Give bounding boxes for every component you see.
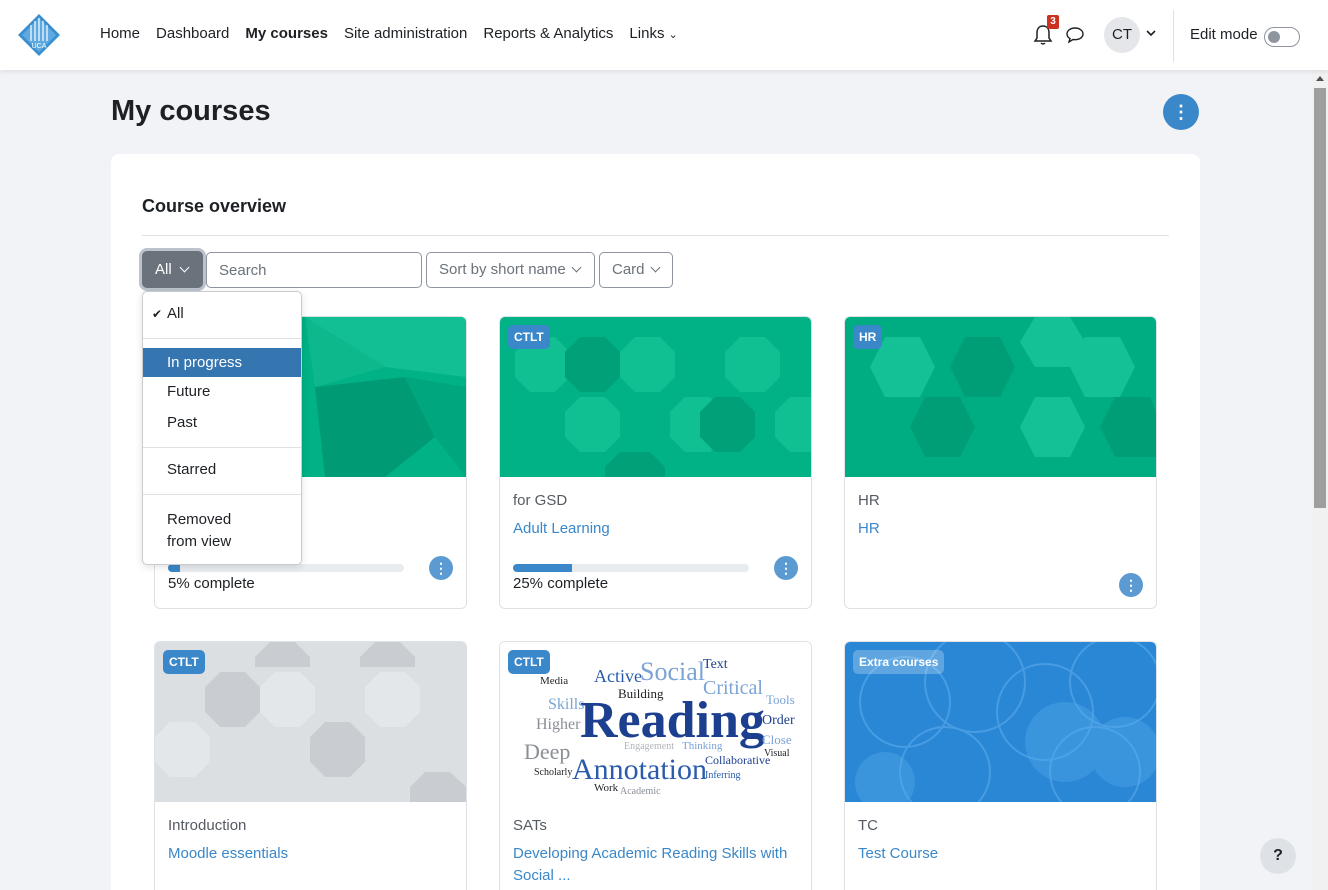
course-card[interactable]: Extra courses TC Test Course	[844, 641, 1157, 890]
word-critical: Critical	[703, 677, 763, 699]
word-deep: Deep	[524, 739, 570, 764]
messages-icon[interactable]	[1065, 26, 1085, 44]
course-progress-bar	[168, 564, 404, 572]
category-badge: CTLT	[163, 650, 205, 674]
course-search-input[interactable]	[206, 252, 422, 288]
word-media: Media	[540, 675, 568, 687]
scroll-up-arrow-icon[interactable]	[1316, 76, 1324, 81]
word-thinking: Thinking	[682, 740, 723, 752]
course-card[interactable]: HR HR HR ⋮	[844, 316, 1157, 609]
chevron-down-icon	[571, 262, 582, 273]
grouping-filter-menu: ✔ All In progress Future Past Starred Re…	[142, 291, 302, 565]
page-actions-kebab-icon[interactable]: ⋮	[1163, 94, 1199, 130]
category-badge: HR	[853, 325, 883, 349]
nav-home[interactable]: Home	[100, 25, 140, 42]
nav-links-menu[interactable]: Links ⌄	[629, 25, 677, 42]
edit-mode-label: Edit mode	[1190, 26, 1258, 43]
divider	[143, 494, 301, 495]
progress-fill	[513, 564, 572, 572]
uca-logo[interactable]: UCA	[17, 13, 61, 57]
course-category: SATs	[513, 817, 547, 834]
filter-option-all[interactable]: All	[143, 305, 301, 322]
page-title: My courses	[111, 95, 271, 127]
word-skills: Skills	[548, 696, 584, 713]
course-category: Introduction	[168, 817, 247, 834]
course-actions-kebab-icon[interactable]: ⋮	[1119, 573, 1143, 597]
category-badge: CTLT	[508, 650, 550, 674]
help-button[interactable]: ?	[1260, 838, 1296, 874]
word-work: Work	[594, 782, 619, 794]
course-actions-kebab-icon[interactable]: ⋮	[429, 556, 453, 580]
chevron-down-icon	[179, 262, 190, 273]
nav-reports-analytics[interactable]: Reports & Analytics	[483, 25, 613, 42]
course-card[interactable]: CTLT for GSD Adult Learning 25% complete…	[499, 316, 812, 609]
chevron-down-icon[interactable]	[1146, 28, 1156, 38]
word-annotation: Annotation	[572, 753, 707, 786]
word-visual: Visual	[764, 748, 790, 759]
chevron-down-icon	[650, 262, 660, 273]
user-avatar[interactable]: CT	[1104, 17, 1140, 53]
nav-divider	[1173, 10, 1174, 62]
view-label: Card	[612, 261, 645, 278]
word-active: Active	[594, 666, 642, 686]
divider	[143, 447, 301, 448]
word-academic: Academic	[620, 786, 661, 797]
word-building: Building	[618, 686, 664, 701]
progress-text: 5% complete	[168, 575, 255, 592]
view-dropdown-button[interactable]: Card	[599, 252, 673, 288]
chevron-down-icon: ⌄	[668, 29, 678, 41]
course-card[interactable]: CTLT Introduction Moodle essentials	[154, 641, 467, 890]
primary-navigation: Home Dashboard My courses Site administr…	[100, 25, 694, 42]
sort-dropdown-button[interactable]: Sort by short name	[426, 252, 595, 288]
block-title: Course overview	[142, 196, 287, 216]
word-inferring: Inferring	[705, 770, 741, 781]
course-name-link[interactable]: Developing Academic Reading Skills with …	[513, 843, 803, 887]
course-name-link[interactable]: Adult Learning	[513, 518, 803, 540]
word-tools: Tools	[766, 692, 795, 707]
word-order: Order	[762, 713, 795, 728]
course-name-link[interactable]: HR	[858, 518, 1148, 540]
word-social: Social	[640, 657, 705, 686]
course-image[interactable]	[845, 317, 1156, 477]
nav-links-label: Links	[629, 25, 665, 42]
course-card[interactable]: Reading Annotation Social Active Critica…	[499, 641, 812, 890]
scroll-thumb[interactable]	[1314, 88, 1326, 508]
notification-count-badge: 3	[1047, 15, 1059, 29]
filter-option-starred[interactable]: Starred	[143, 461, 301, 478]
nav-site-administration[interactable]: Site administration	[344, 25, 467, 42]
word-scholarly: Scholarly	[534, 767, 572, 778]
grouping-filter-button[interactable]: All	[142, 251, 203, 288]
course-actions-kebab-icon[interactable]: ⋮	[774, 556, 798, 580]
word-engagement: Engagement	[624, 741, 674, 752]
toggle-knob	[1268, 31, 1280, 43]
nav-my-courses[interactable]: My courses	[245, 25, 328, 42]
course-name-link[interactable]: Test Course	[858, 843, 1148, 865]
svg-text:UCA: UCA	[32, 43, 47, 50]
course-category: for GSD	[513, 492, 568, 509]
progress-fill	[168, 564, 180, 572]
filter-option-past[interactable]: Past	[143, 414, 301, 431]
grouping-filter-label: All	[155, 261, 172, 278]
course-name-link[interactable]: Moodle essentials	[168, 843, 458, 865]
word-close: Close	[762, 732, 792, 747]
divider	[142, 235, 1169, 236]
word-text: Text	[703, 657, 728, 672]
category-badge: Extra courses	[853, 650, 945, 674]
divider	[143, 338, 301, 339]
progress-text: 25% complete	[513, 575, 609, 592]
edit-mode-toggle[interactable]	[1264, 27, 1300, 47]
course-progress-bar	[513, 564, 749, 572]
course-category: HR	[858, 492, 880, 509]
page-scrollbar[interactable]	[1312, 70, 1328, 890]
filter-option-in-progress[interactable]: In progress	[143, 348, 301, 377]
top-navbar: UCA Home Dashboard My courses Site admin…	[0, 0, 1328, 70]
course-category: TC	[858, 817, 878, 834]
word-collaborative: Collaborative	[705, 753, 770, 767]
category-badge: CTLT	[508, 325, 550, 349]
nav-dashboard[interactable]: Dashboard	[156, 25, 229, 42]
word-higher: Higher	[536, 716, 581, 733]
sort-label: Sort by short name	[439, 261, 566, 278]
filter-option-removed-from-view[interactable]: Removed from view	[143, 509, 263, 553]
filter-option-future[interactable]: Future	[143, 383, 301, 400]
